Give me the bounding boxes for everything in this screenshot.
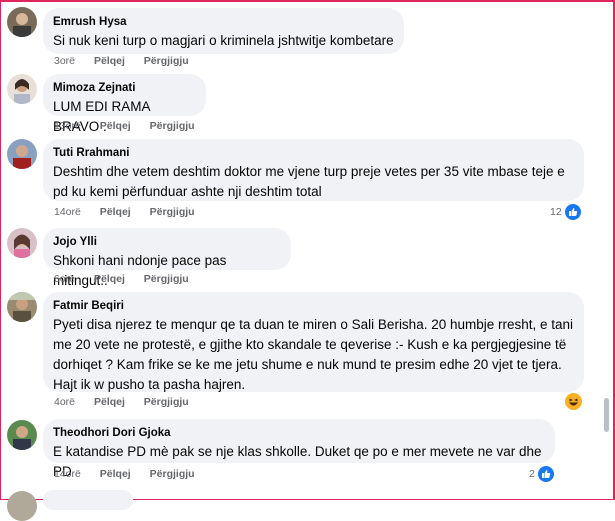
comment-text: Si nuk keni turp o magjari o kriminela j… [53, 33, 394, 48]
comment-bubble: Fatmir Beqiri Pyeti disa njerez te menqu… [43, 292, 584, 392]
reply-button[interactable]: Përgjigju [150, 206, 195, 218]
comment-bubble: Emrush Hysa Si nuk keni turp o magjari o… [43, 8, 404, 54]
comment-actions: 14orë Pëlqej Përgjigju [54, 468, 211, 480]
avatar[interactable] [7, 7, 37, 37]
comment-author[interactable]: Emrush Hysa [53, 15, 394, 29]
like-icon [564, 204, 581, 220]
next-comment-avatar[interactable] [7, 491, 37, 521]
comment-text: Deshtim dhe vetem deshtim doktor me vjen… [53, 164, 565, 199]
reaction-count: 2 [529, 468, 535, 480]
window-border-left [0, 0, 1, 500]
reply-button[interactable]: Përgjigju [144, 55, 189, 67]
comment-time[interactable]: 14orë [54, 206, 81, 218]
reply-button[interactable]: Përgjigju [150, 120, 195, 132]
reaction-summary[interactable]: 2 [529, 466, 554, 482]
comment-time[interactable]: 3orë [54, 55, 75, 67]
reaction-count: 12 [550, 206, 562, 218]
haha-reaction-icon[interactable] [565, 393, 582, 410]
comment-time[interactable]: 6orë [54, 273, 75, 285]
reply-button[interactable]: Përgjigju [144, 273, 189, 285]
comment-author[interactable]: Fatmir Beqiri [53, 299, 574, 313]
comment-actions: 3orë Pëlqej Përgjigju [54, 55, 205, 67]
reply-button[interactable]: Përgjigju [150, 468, 195, 480]
like-button[interactable]: Pëlqej [94, 273, 125, 285]
comment-text: Shkoni hani ndonje pace pas mitingut.. [53, 253, 227, 288]
comment-bubble: Mimoza Zejnati LUM EDI RAMA BRAVO . [43, 74, 206, 134]
comment-actions: 4orë Pëlqej Përgjigju [54, 396, 205, 408]
comment-bubble: Tuti Rrahmani Deshtim dhe vetem deshtim … [43, 139, 584, 201]
comment-actions: 14orë Pëlqej Përgjigju [54, 206, 211, 218]
comment-actions: 13orë Pëlqej Përgjigju [54, 120, 211, 132]
reaction-summary[interactable]: 12 [550, 204, 581, 220]
comment-author[interactable]: Tuti Rrahmani [53, 146, 574, 160]
avatar[interactable] [7, 74, 37, 104]
avatar[interactable] [7, 420, 37, 450]
like-button[interactable]: Pëlqej [94, 55, 125, 67]
like-button[interactable]: Pëlqej [100, 120, 131, 132]
avatar[interactable] [7, 292, 37, 322]
comment-time[interactable]: 4orë [54, 396, 75, 408]
comment-author[interactable]: Mimoza Zejnati [53, 81, 196, 95]
like-button[interactable]: Pëlqej [94, 396, 125, 408]
comment-bubble: Jojo Ylli Shkoni hani ndonje pace pas mi… [43, 228, 291, 288]
comment-bubble: Theodhori Dori Gjoka E katandise PD mè p… [43, 419, 555, 479]
comment-time[interactable]: 14orë [54, 468, 81, 480]
like-icon [537, 466, 554, 482]
avatar[interactable] [7, 139, 37, 169]
like-button[interactable]: Pëlqej [100, 468, 131, 480]
scrollbar-thumb[interactable] [604, 398, 609, 432]
next-comment-bubble [43, 490, 133, 510]
window-border-top [0, 0, 615, 2]
reply-button[interactable]: Përgjigju [144, 396, 189, 408]
like-button[interactable]: Pëlqej [100, 206, 131, 218]
avatar[interactable] [7, 228, 37, 258]
comment-author[interactable]: Jojo Ylli [53, 235, 281, 249]
comment-time[interactable]: 13orë [54, 120, 81, 132]
comment-text: Pyeti disa njerez te menqur qe ta duan t… [53, 317, 574, 392]
comment-author[interactable]: Theodhori Dori Gjoka [53, 426, 545, 440]
comment-actions: 6orë Pëlqej Përgjigju [54, 273, 205, 285]
